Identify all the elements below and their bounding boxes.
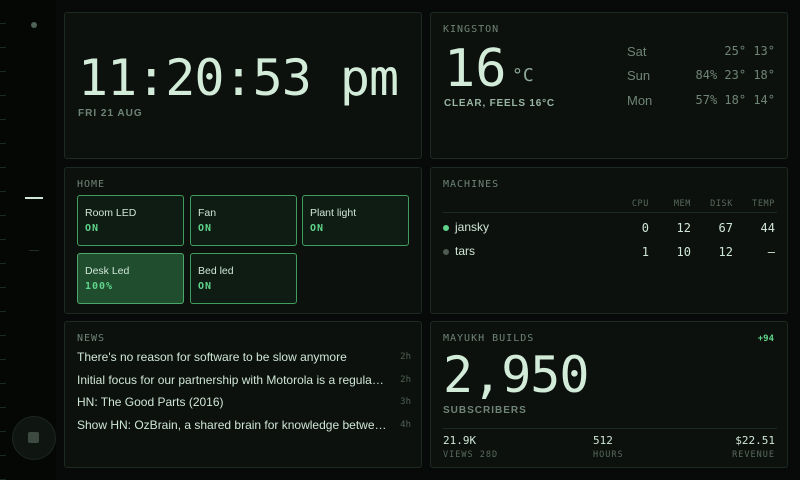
status-dot-icon <box>443 225 449 231</box>
news-age: 2h <box>400 375 411 385</box>
news-age: 3h <box>400 397 411 407</box>
subscribers-panel: MAYUKH BUILDS +94 2,950 SUBSCRIBERS 21.9… <box>430 321 788 468</box>
forecast-day: Sat <box>627 44 647 59</box>
stat-hours: 512 HOURS <box>593 434 624 460</box>
device-tile-fan[interactable]: Fan ON <box>190 195 297 246</box>
device-state: ON <box>310 223 325 234</box>
list-item[interactable]: There's no reason for software to be slo… <box>77 350 411 366</box>
machines-title: MACHINES <box>443 179 500 190</box>
list-item[interactable]: Initial focus for our partnership with M… <box>77 373 411 389</box>
list-item[interactable]: Show HN: OzBrain, a shared brain for kno… <box>77 418 411 434</box>
stat-value: 512 <box>593 434 613 447</box>
stat-label: HOURS <box>593 450 624 460</box>
device-state: ON <box>198 223 213 234</box>
forecast-row: Sat 25° 13° <box>627 44 775 60</box>
divider <box>29 250 39 251</box>
home-title: HOME <box>77 179 106 190</box>
forecast-values: 57% 18° 14° <box>695 93 775 107</box>
avatar-icon <box>28 432 39 443</box>
device-tile-plant-light[interactable]: Plant light ON <box>302 195 409 246</box>
stat-value: $22.51 <box>735 434 775 447</box>
home-panel: HOME Room LED ON Fan ON Plant light ON D… <box>64 167 422 314</box>
divider <box>443 428 777 429</box>
clock-panel: 11:20:53 pm FRI 21 AUG <box>64 12 422 159</box>
clock-time: 11:20:53 pm <box>78 49 399 107</box>
menu-dash-icon[interactable] <box>25 197 43 199</box>
clock-date: FRI 21 AUG <box>78 108 143 119</box>
forecast-values: 84% 23° 18° <box>695 68 775 82</box>
column-header-mem: MEM <box>673 199 691 209</box>
current-temperature: 16 <box>444 39 507 99</box>
news-headline[interactable]: There's no reason for software to be slo… <box>77 350 387 364</box>
news-age: 2h <box>400 352 411 362</box>
temp-value: — <box>767 245 775 259</box>
news-headline[interactable]: Show HN: OzBrain, a shared brain for kno… <box>77 418 387 432</box>
device-tile-desk-led[interactable]: Desk Led 100% <box>77 253 184 304</box>
subscriber-label: SUBSCRIBERS <box>443 405 527 416</box>
news-headline[interactable]: HN: The Good Parts (2016) <box>77 395 387 409</box>
weather-condition: CLEAR, FEELS 16°C <box>444 98 555 109</box>
status-dot-icon <box>31 22 37 28</box>
channel-title: MAYUKH BUILDS <box>443 333 535 344</box>
weather-location: KINGSTON <box>443 24 500 35</box>
device-name: Fan <box>198 207 217 219</box>
side-rail <box>0 0 56 480</box>
disk-value: 67 <box>718 221 733 235</box>
temperature-unit: °C <box>512 65 534 86</box>
news-age: 4h <box>400 420 411 430</box>
machine-name: tars <box>455 244 476 258</box>
temp-value: 44 <box>760 221 775 235</box>
device-name: Bed led <box>198 265 234 277</box>
column-header-cpu: CPU <box>631 199 649 209</box>
stat-views: 21.9K VIEWS 28D <box>443 434 498 460</box>
table-row[interactable]: tars 1 10 12 — <box>443 244 777 260</box>
forecast-day: Sun <box>627 68 651 83</box>
divider <box>443 212 777 213</box>
cpu-value: 1 <box>641 245 649 259</box>
device-name: Plant light <box>310 207 357 219</box>
device-name: Room LED <box>85 207 137 219</box>
forecast-values: 25° 13° <box>724 44 775 58</box>
forecast-row: Mon 57% 18° 14° <box>627 93 775 109</box>
rail-tick-marks <box>0 0 6 480</box>
news-title: NEWS <box>77 333 106 344</box>
mem-value: 10 <box>676 245 691 259</box>
stat-label: REVENUE <box>732 450 775 460</box>
stat-revenue: $22.51 REVENUE <box>732 434 775 460</box>
news-panel: NEWS There's no reason for software to b… <box>64 321 422 468</box>
subscriber-delta-badge: +94 <box>757 334 774 344</box>
forecast-day: Mon <box>627 93 653 108</box>
subscriber-count: 2,950 <box>443 346 590 404</box>
device-state: ON <box>85 223 100 234</box>
device-tile-bed-led[interactable]: Bed led ON <box>190 253 297 304</box>
status-dot-icon <box>443 249 449 255</box>
machines-panel: MACHINES CPU MEM DISK TEMP jansky 0 12 6… <box>430 167 788 314</box>
column-header-temp: TEMP <box>752 199 775 209</box>
list-item[interactable]: HN: The Good Parts (2016) 3h <box>77 395 411 411</box>
weather-panel: KINGSTON 16 °C CLEAR, FEELS 16°C Sat 25°… <box>430 12 788 159</box>
device-state: 100% <box>85 281 114 292</box>
column-header-disk: DISK <box>710 199 733 209</box>
forecast-row: Sun 84% 23° 18° <box>627 68 775 84</box>
stat-label: VIEWS 28D <box>443 450 499 460</box>
mem-value: 12 <box>676 221 691 235</box>
table-row[interactable]: jansky 0 12 67 44 <box>443 220 777 236</box>
cpu-value: 0 <box>641 221 649 235</box>
news-headline[interactable]: Initial focus for our partnership with M… <box>77 373 387 387</box>
machine-name: jansky <box>455 220 490 234</box>
disk-value: 12 <box>718 245 733 259</box>
device-name: Desk Led <box>85 265 130 277</box>
device-state: ON <box>198 281 213 292</box>
stat-value: 21.9K <box>443 434 477 447</box>
device-tile-room-led[interactable]: Room LED ON <box>77 195 184 246</box>
